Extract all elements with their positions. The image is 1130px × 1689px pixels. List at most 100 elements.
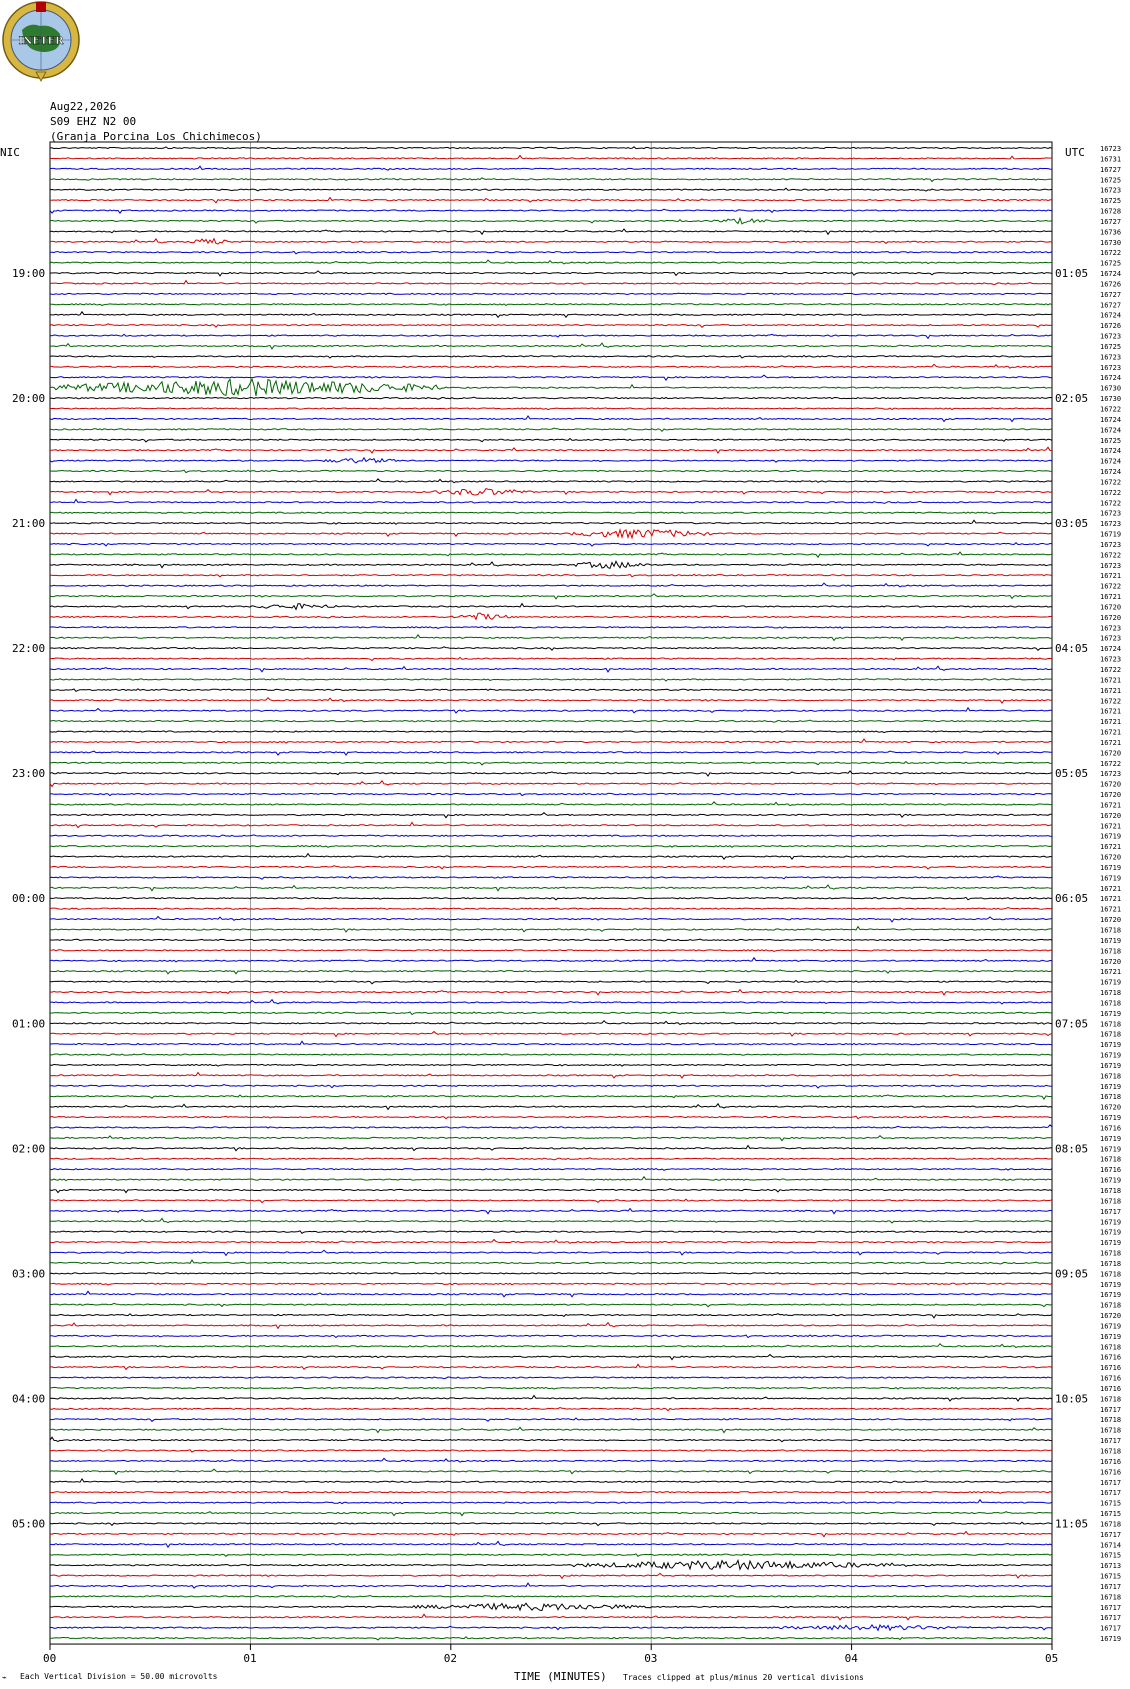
trace-row (49, 1238, 1053, 1244)
row-count: 16725 (1100, 343, 1121, 351)
trace-row (49, 456, 1053, 464)
trace-row (49, 1168, 1053, 1171)
utc-hour-label: 08:05 (1055, 1142, 1088, 1155)
trace-row (49, 363, 1053, 369)
row-count: 16721 (1100, 822, 1121, 830)
trace-row (49, 1406, 1053, 1412)
trace-row (49, 1011, 1053, 1016)
nic-hour-label: 22:00 (12, 642, 45, 655)
trace-row (49, 1094, 1053, 1100)
x-tick-label: 03 (644, 1652, 657, 1665)
trace-row (49, 1144, 1053, 1152)
trace-row (49, 1363, 1053, 1371)
row-count: 16720 (1100, 1312, 1121, 1320)
row-count: 16721 (1100, 968, 1121, 976)
trace-row (49, 1249, 1053, 1257)
trace-row (49, 560, 1053, 570)
row-count: 16721 (1100, 729, 1121, 737)
nic-hour-label: 02:00 (12, 1142, 45, 1155)
utc-hour-label: 02:05 (1055, 392, 1088, 405)
utc-hour-label: 10:05 (1055, 1392, 1088, 1405)
trace-row (49, 770, 1053, 777)
row-count: 16719 (1100, 1229, 1121, 1237)
row-count: 16717 (1100, 1625, 1121, 1633)
trace-row (49, 1477, 1053, 1484)
row-count: 16719 (1100, 1239, 1121, 1247)
row-count: 16725 (1100, 197, 1121, 205)
row-count: 16718 (1100, 927, 1121, 935)
row-count: 16717 (1100, 1406, 1121, 1414)
x-tick-label: 00 (43, 1652, 56, 1665)
trace-row (49, 1217, 1053, 1224)
trace-row (49, 1540, 1053, 1549)
trace-row (49, 1019, 1053, 1026)
row-count: 16716 (1100, 1468, 1121, 1476)
trace-row (49, 146, 1053, 150)
trace-row (49, 719, 1053, 723)
row-count: 16722 (1100, 406, 1121, 414)
helicorder-traces (49, 146, 1053, 1641)
row-count: 16730 (1100, 239, 1121, 247)
row-count: 16718 (1100, 1416, 1121, 1424)
row-count: 16715 (1100, 1510, 1121, 1518)
row-count: 16723 (1100, 624, 1121, 632)
trace-row (49, 612, 1053, 621)
trace-row (49, 792, 1053, 797)
trace-row (49, 478, 1053, 484)
trace-row (49, 1342, 1053, 1349)
row-count: 16722 (1100, 478, 1121, 486)
trace-row (49, 1498, 1053, 1505)
nic-hour-label: 20:00 (12, 392, 45, 405)
trace-row (49, 354, 1053, 359)
row-count: 16723 (1100, 353, 1121, 361)
trace-row (49, 1582, 1053, 1589)
row-count: 16722 (1100, 583, 1121, 591)
trace-row (50, 250, 1053, 255)
row-count: 16724 (1100, 645, 1121, 653)
trace-row (49, 1102, 1053, 1111)
utc-hour-label: 04:05 (1055, 642, 1088, 655)
trace-row (49, 633, 1052, 642)
row-count: 16715 (1100, 1552, 1121, 1560)
row-count: 16720 (1100, 916, 1121, 924)
row-count: 16713 (1100, 1562, 1121, 1570)
row-count: 16720 (1100, 749, 1121, 757)
nic-hour-label: 00:00 (12, 892, 45, 905)
row-count: 16727 (1100, 301, 1121, 309)
row-count: 16719 (1100, 1052, 1121, 1060)
nic-hour-label: 01:00 (12, 1017, 45, 1030)
row-count: 16722 (1100, 249, 1121, 257)
nic-timezone-label: NIC (0, 146, 20, 159)
row-count: 16716 (1100, 1385, 1121, 1393)
row-count: 16718 (1100, 1395, 1121, 1403)
trace-row (49, 1175, 1053, 1182)
row-count: 16718 (1100, 1448, 1121, 1456)
x-axis-label: TIME (MINUTES) (514, 1670, 607, 1683)
row-count: 16720 (1100, 791, 1121, 799)
trace-row (49, 998, 1053, 1005)
row-count: 16719 (1100, 1218, 1121, 1226)
utc-hour-label: 05:05 (1055, 767, 1088, 780)
row-count: 16719 (1100, 864, 1121, 872)
trace-row (49, 688, 1053, 693)
row-count: 16724 (1100, 374, 1121, 382)
trace-row (50, 446, 1053, 455)
row-count: 16721 (1100, 708, 1121, 716)
nic-hour-label: 21:00 (12, 517, 45, 530)
trace-row (49, 779, 1053, 788)
trace-row (49, 696, 1053, 704)
trace-row (49, 1290, 1053, 1298)
trace-row (49, 196, 1053, 204)
trace-row (49, 1053, 1053, 1057)
trace-row (49, 469, 1053, 474)
trace-row (49, 259, 1053, 265)
trace-row (49, 165, 1053, 171)
trace-row (49, 821, 1053, 829)
row-count: 16717 (1100, 1531, 1121, 1539)
row-count: 16722 (1100, 489, 1121, 497)
trace-row (49, 593, 1053, 600)
row-count: 16719 (1100, 1083, 1121, 1091)
row-count: 16723 (1100, 145, 1121, 153)
trace-row (49, 760, 1053, 766)
row-count: 16724 (1100, 447, 1121, 455)
